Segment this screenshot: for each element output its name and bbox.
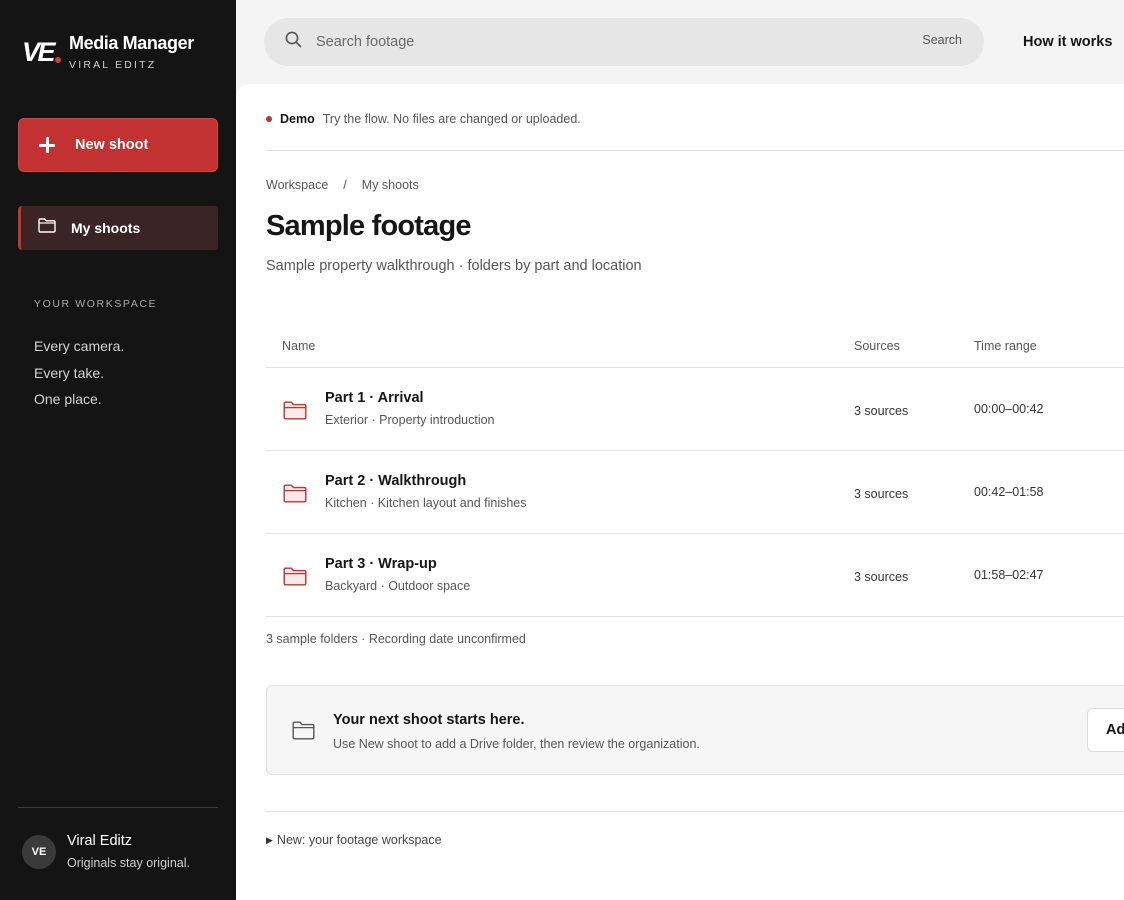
new-shoot-button[interactable]: New shoot [18,118,218,172]
folder-icon [38,218,56,238]
banner-divider [266,150,1124,151]
add-button[interactable]: Add [1087,708,1124,752]
next-shoot-subtitle: Use New shoot to add a Drive folder, the… [333,737,700,751]
demo-badge: Demo [280,112,315,126]
new-shoot-label: New shoot [75,137,149,153]
avatar: VE [22,835,56,869]
workspace-tagline: Every camera. Every take. One place. [34,333,124,413]
plus-icon [39,137,55,153]
search-button[interactable]: Search [922,33,962,47]
triangle-right-icon: ▶ [266,834,273,845]
table-summary: 3 sample folders · Recording date unconf… [266,632,526,646]
brand-text: Media Manager VIRAL EDITZ [69,32,194,71]
folder-sources: 3 sources [854,404,909,418]
page-title: Sample footage [266,210,472,242]
table-row[interactable]: Part 1 · Arrival Exterior · Property int… [266,368,1124,451]
sidebar: VE Media Manager VIRAL EDITZ New shoot M… [0,0,236,900]
folder-icon [283,484,307,508]
search-bar: Search [264,18,984,66]
workspace-line: Every take. [34,364,105,381]
folder-outline-icon [292,721,315,745]
breadcrumb: Workspace / My shoots [266,178,419,192]
folder-subtitle: Backyard · Outdoor space [325,579,471,593]
whats-new-toggle[interactable]: ▶ New: your footage workspace [266,833,442,847]
folder-title: Part 3 · Wrap-up [325,556,437,572]
table-row[interactable]: Part 3 · Wrap-up Backyard · Outdoor spac… [266,534,1124,617]
page-subtitle: Sample property walkthrough · folders by… [266,258,642,274]
sidebar-item-label: My shoots [71,220,141,236]
folder-time-range: 00:00–00:42 [974,402,1044,416]
folder-icon [283,567,307,591]
demo-status-dot [266,116,272,122]
folder-time-range: 01:58–02:47 [974,568,1044,582]
app-subtitle: VIRAL EDITZ [69,59,157,71]
main-panel: Demo Try the flow. No files are changed … [236,84,1124,900]
sidebar-divider [18,807,218,808]
column-header-time-range: Time range [974,338,1037,353]
demo-banner: Demo Try the flow. No files are changed … [266,112,581,126]
search-icon [285,31,302,53]
workspace-heading: YOUR WORKSPACE [34,298,158,310]
user-profile[interactable]: VE Viral Editz Originals stay original. [22,832,190,870]
brand-logo: VE [22,32,62,67]
breadcrumb-workspace[interactable]: Workspace [266,178,328,192]
demo-message: Try the flow. No files are changed or up… [322,112,581,126]
folder-title: Part 2 · Walkthrough [325,473,467,489]
breadcrumb-separator: / [343,178,347,192]
app-title: Media Manager [69,33,194,53]
column-header-sources: Sources [854,338,900,353]
folder-subtitle: Exterior · Property introduction [325,413,495,427]
table-header: Name Sources Time range [266,324,1124,368]
brand[interactable]: VE Media Manager VIRAL EDITZ [22,32,194,71]
folder-title: Part 1 · Arrival [325,390,424,406]
user-text: Viral Editz Originals stay original. [67,832,190,870]
brand-logo-text: VE [22,37,56,67]
next-shoot-card: Your next shoot starts here. Use New sho… [266,685,1124,775]
sidebar-item-my-shoots[interactable]: My shoots [18,206,218,250]
user-tagline: Originals stay original. [67,856,190,870]
folder-sources: 3 sources [854,570,909,584]
brand-logo-dot [55,57,61,63]
how-it-works-link[interactable]: How it works [1023,34,1112,50]
folder-icon [283,401,307,425]
user-name: Viral Editz [67,833,133,849]
next-shoot-title: Your next shoot starts here. [333,712,525,728]
folders-table: Name Sources Time range Part 1 · Arrival… [266,324,1124,617]
workspace-line: Every camera. [34,338,125,354]
folder-time-range: 00:42–01:58 [974,485,1044,499]
whats-new-label: New: your footage workspace [276,833,442,847]
workspace-line: One place. [34,391,102,407]
breadcrumb-my-shoots[interactable]: My shoots [362,178,419,192]
folder-sources: 3 sources [854,487,909,501]
section-divider [266,811,1124,812]
folder-subtitle: Kitchen · Kitchen layout and finishes [325,496,527,510]
search-input[interactable] [316,34,876,50]
table-row[interactable]: Part 2 · Walkthrough Kitchen · Kitchen l… [266,451,1124,534]
column-header-name: Name [282,338,316,353]
